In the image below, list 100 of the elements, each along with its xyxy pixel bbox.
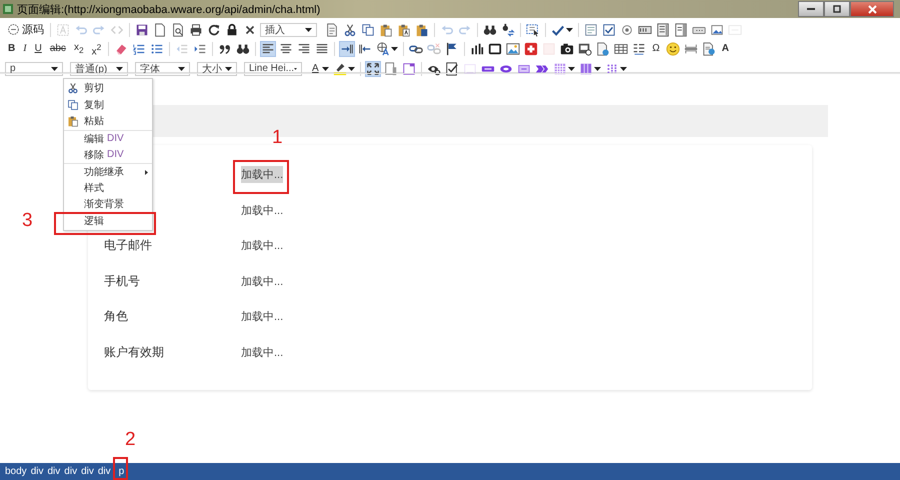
scissors-icon[interactable] bbox=[343, 22, 357, 37]
camera-icon[interactable] bbox=[560, 42, 574, 56]
binoculars-icon[interactable] bbox=[236, 42, 250, 56]
caret-icon[interactable] bbox=[566, 28, 573, 32]
format-button[interactable]: x$_{2}$ bbox=[72, 41, 86, 58]
plus-icon[interactable] bbox=[524, 42, 538, 56]
source-button[interactable]: 源码 bbox=[5, 22, 46, 38]
preview-icon[interactable] bbox=[171, 22, 185, 37]
image-frame-icon[interactable] bbox=[578, 42, 592, 56]
replace-icon[interactable] bbox=[501, 22, 515, 37]
element-path-link[interactable]: div bbox=[64, 466, 78, 477]
app-icon bbox=[2, 3, 14, 15]
form-icon[interactable] bbox=[584, 22, 598, 37]
table-icon[interactable] bbox=[614, 42, 628, 56]
element-path-link[interactable]: div bbox=[81, 466, 94, 477]
element-path-link[interactable]: div bbox=[30, 466, 44, 477]
paste-word-icon[interactable] bbox=[415, 22, 429, 37]
paste-icon[interactable] bbox=[67, 115, 79, 128]
format-button[interactable]: A bbox=[720, 42, 731, 56]
numbered-list-icon[interactable] bbox=[132, 42, 146, 56]
element-path-link[interactable]: p bbox=[118, 466, 124, 477]
menu-item[interactable]: 移除 DIV bbox=[64, 146, 152, 163]
element-path-link[interactable]: body bbox=[5, 466, 27, 477]
binoculars-icon[interactable] bbox=[483, 22, 497, 37]
document-icon[interactable] bbox=[325, 22, 339, 37]
element-path-link[interactable]: div bbox=[98, 466, 111, 477]
page-break-icon[interactable] bbox=[702, 42, 716, 56]
scissors-icon[interactable] bbox=[67, 82, 79, 94]
eraser-icon[interactable] bbox=[114, 42, 128, 56]
menu-item[interactable]: 逻辑 bbox=[64, 212, 152, 230]
left-to-right-icon[interactable] bbox=[340, 42, 354, 56]
dropdown[interactable]: Line Hei... bbox=[244, 62, 302, 76]
field-label: 角色 bbox=[104, 308, 129, 326]
copy-icon[interactable] bbox=[67, 98, 79, 111]
image-button-icon[interactable] bbox=[710, 22, 724, 37]
menu-item[interactable]: 粘贴 bbox=[64, 113, 152, 130]
format-button[interactable]: x$^{2}$ bbox=[90, 40, 104, 59]
align-left-icon[interactable] bbox=[261, 42, 276, 56]
lines-icon[interactable] bbox=[632, 42, 646, 56]
textarea-icon[interactable] bbox=[656, 22, 670, 37]
print-icon[interactable] bbox=[189, 22, 203, 37]
caret-icon[interactable] bbox=[178, 66, 185, 71]
frame-icon[interactable] bbox=[488, 42, 502, 56]
smiley-icon[interactable] bbox=[666, 42, 680, 56]
check-document-icon[interactable] bbox=[444, 62, 459, 76]
caret-icon[interactable] bbox=[568, 66, 575, 71]
menu-item[interactable]: 剪切 bbox=[64, 80, 152, 97]
document-info-icon[interactable] bbox=[596, 42, 610, 56]
field-value: 加载中... bbox=[241, 310, 284, 326]
format-button[interactable]: U bbox=[32, 42, 44, 56]
dropdown[interactable]: 大小 bbox=[197, 62, 237, 76]
image-icon[interactable] bbox=[506, 42, 520, 56]
paste-text-icon[interactable] bbox=[397, 22, 411, 37]
minimize-button[interactable] bbox=[798, 1, 824, 17]
blocks-icon[interactable] bbox=[384, 62, 398, 76]
save-icon[interactable] bbox=[135, 22, 149, 37]
dropdown[interactable]: 字体 bbox=[135, 62, 190, 76]
caret-icon[interactable] bbox=[620, 66, 627, 71]
format-button[interactable]: Ω bbox=[650, 42, 662, 56]
select-all-icon[interactable] bbox=[526, 22, 540, 37]
menu-item[interactable]: 复制 bbox=[64, 96, 152, 114]
caret-icon[interactable] bbox=[322, 66, 329, 71]
menu-item[interactable]: 样式 bbox=[64, 180, 152, 196]
caret-icon[interactable] bbox=[51, 66, 58, 71]
menu-item[interactable]: 渐变背景 bbox=[64, 196, 152, 213]
checkbox-icon[interactable] bbox=[602, 22, 616, 37]
lock-icon[interactable] bbox=[225, 22, 239, 37]
format-button[interactable]: B bbox=[6, 42, 18, 56]
caret-icon[interactable] bbox=[594, 66, 601, 71]
menu-item[interactable]: 功能继承 bbox=[64, 162, 152, 180]
caret-icon[interactable] bbox=[116, 66, 123, 71]
bullet-list-icon[interactable] bbox=[150, 42, 164, 56]
caret-icon[interactable] bbox=[391, 47, 398, 52]
refresh-icon[interactable] bbox=[207, 22, 221, 37]
radio-icon[interactable] bbox=[620, 22, 634, 37]
menu-item[interactable]: 编辑 DIV bbox=[64, 130, 152, 146]
copy-icon[interactable] bbox=[361, 22, 375, 37]
highlighter-icon[interactable] bbox=[332, 62, 347, 76]
bar-chart-icon[interactable] bbox=[470, 42, 484, 56]
horizontal-rule-icon[interactable] bbox=[684, 42, 698, 56]
columns-icon[interactable] bbox=[578, 62, 593, 76]
restore-button[interactable] bbox=[824, 1, 850, 17]
maximize-icon[interactable] bbox=[366, 62, 380, 76]
right-to-left-icon[interactable] bbox=[358, 42, 372, 56]
caret-icon[interactable] bbox=[348, 66, 355, 71]
caret-icon[interactable] bbox=[225, 66, 232, 71]
caret-icon[interactable] bbox=[305, 28, 312, 32]
language-icon[interactable] bbox=[376, 42, 390, 56]
format-button[interactable]: abc bbox=[48, 42, 68, 56]
format-button[interactable]: I bbox=[21, 42, 29, 56]
dotted-columns-icon[interactable] bbox=[604, 62, 619, 76]
quote-icon[interactable] bbox=[218, 42, 232, 56]
dropdown[interactable]: 插入 bbox=[260, 22, 317, 37]
dropdown[interactable]: p bbox=[5, 62, 63, 76]
paste-icon[interactable] bbox=[379, 22, 393, 37]
element-path-link[interactable]: div bbox=[47, 466, 60, 477]
new-page-icon[interactable] bbox=[153, 22, 167, 37]
list-box-icon[interactable] bbox=[674, 22, 688, 37]
format-button[interactable]: A bbox=[310, 62, 321, 76]
close-button[interactable] bbox=[850, 1, 894, 17]
